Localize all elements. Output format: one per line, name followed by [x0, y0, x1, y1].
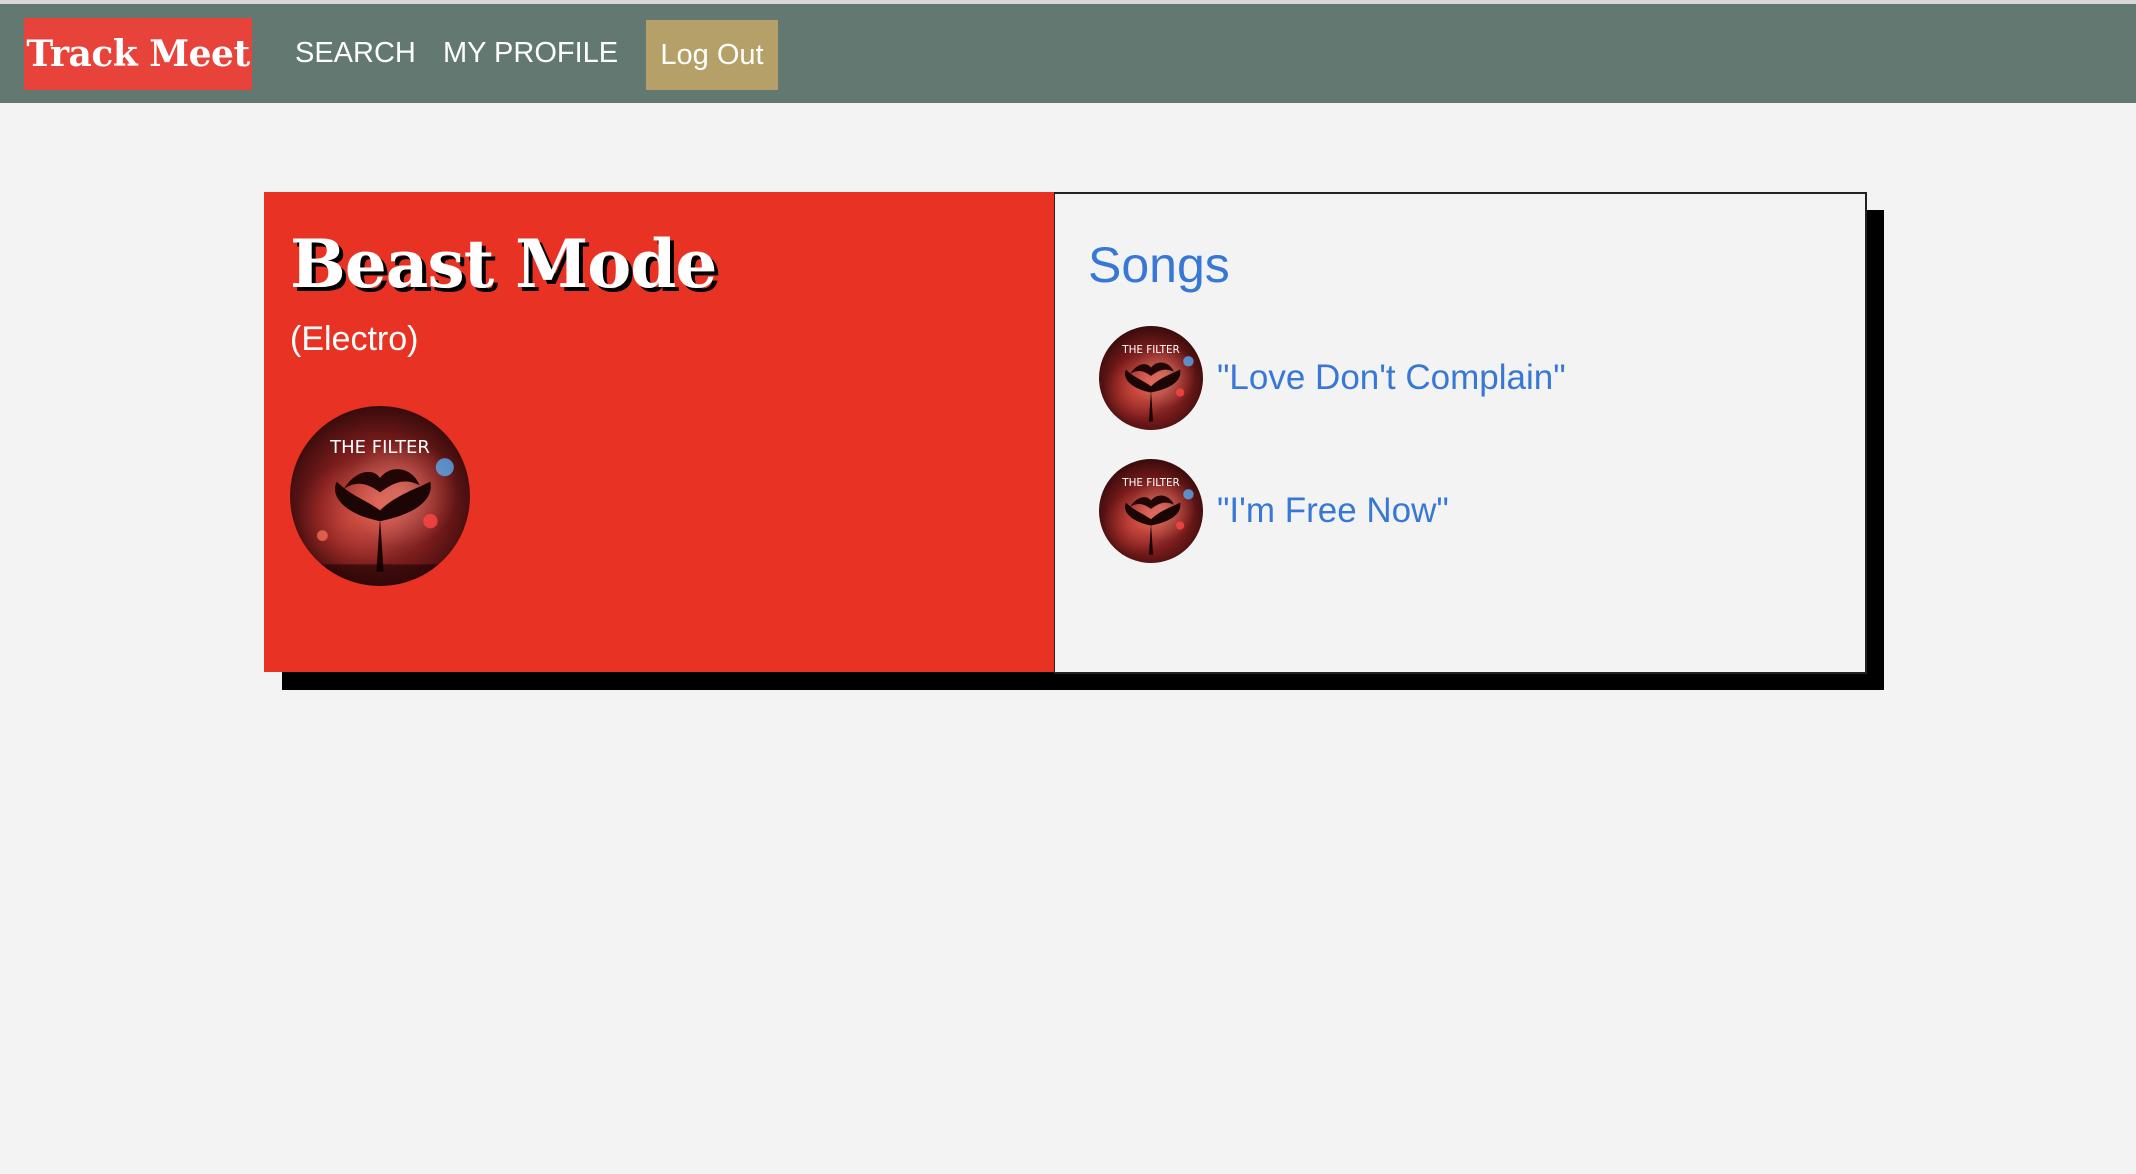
- station-title: Beast Mode: [290, 225, 717, 303]
- song-title-link[interactable]: "I'm Free Now": [1217, 489, 1449, 533]
- station-album-art: THE FILTER: [290, 406, 470, 586]
- top-navbar: Track Meet SEARCH MY PROFILE Log Out: [0, 4, 2136, 103]
- songs-panel: Songs THE FILTER "Love Don't Complain" T…: [1054, 192, 1867, 674]
- album-art-graphic: THE FILTER: [1121, 344, 1194, 422]
- album-art-text: THE FILTER: [1121, 344, 1180, 356]
- song-album-art: THE FILTER: [1099, 459, 1203, 563]
- song-album-art: THE FILTER: [1099, 326, 1203, 430]
- station-panel: Beast Mode (Electro) THE FILTER: [264, 192, 1054, 672]
- song-title-link[interactable]: "Love Don't Complain": [1217, 356, 1566, 400]
- nav-search-link[interactable]: SEARCH: [295, 34, 416, 72]
- nav-my-profile-link[interactable]: MY PROFILE: [443, 34, 618, 72]
- song-list-item[interactable]: THE FILTER "Love Don't Complain": [1099, 326, 1839, 432]
- album-art-text: THE FILTER: [329, 437, 430, 458]
- station-genre: (Electro): [290, 320, 419, 358]
- album-art-graphic: THE FILTER: [290, 437, 470, 586]
- album-art-graphic: THE FILTER: [1121, 477, 1194, 555]
- songs-heading: Songs: [1088, 237, 1230, 293]
- logout-button[interactable]: Log Out: [646, 20, 778, 90]
- album-art-text: THE FILTER: [1121, 477, 1180, 489]
- brand-logo[interactable]: Track Meet: [24, 18, 252, 90]
- song-list-item[interactable]: THE FILTER "I'm Free Now": [1099, 459, 1839, 565]
